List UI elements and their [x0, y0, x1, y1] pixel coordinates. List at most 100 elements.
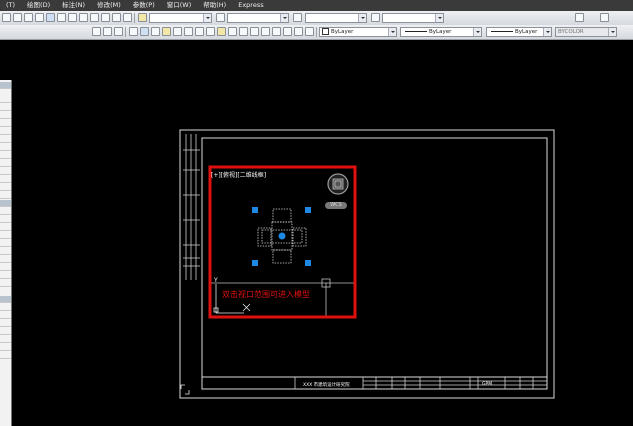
viewport-controls-label[interactable]: [+][俯视][二维线框]: [211, 170, 266, 179]
mleader-style-combo[interactable]: [382, 13, 444, 23]
palette-row[interactable]: [0, 176, 11, 183]
palette-row[interactable]: [0, 304, 11, 311]
dim-style-combo[interactable]: [227, 13, 289, 23]
workspace-icon[interactable]: [575, 13, 584, 22]
palette-row[interactable]: [0, 144, 11, 151]
palette-row[interactable]: [0, 240, 11, 247]
layer-freeze-icon[interactable]: [129, 27, 138, 36]
zoom-previous-icon[interactable]: [24, 13, 33, 22]
layer-delete-icon[interactable]: [250, 27, 259, 36]
text-style-combo[interactable]: [149, 13, 212, 23]
mleader-style-icon[interactable]: [371, 13, 380, 22]
viewcube-icon: [327, 173, 349, 195]
linetype-combo[interactable]: ByLayer: [400, 27, 482, 37]
layer-lock-icon[interactable]: [140, 27, 149, 36]
palette-row[interactable]: [0, 104, 11, 111]
match-properties-icon[interactable]: [112, 13, 121, 22]
layer-previous-icon[interactable]: [114, 27, 123, 36]
palette-section-header[interactable]: [0, 296, 11, 303]
palette-row[interactable]: [0, 264, 11, 271]
palette-row[interactable]: [0, 192, 11, 199]
linetype-value: ByLayer: [429, 29, 452, 35]
layer-isolate-icon[interactable]: [151, 27, 160, 36]
lightbulb-icon[interactable]: [162, 27, 171, 36]
block-editor-icon[interactable]: [123, 13, 132, 22]
layer-current-icon[interactable]: [305, 27, 314, 36]
help-icon[interactable]: [101, 13, 110, 22]
layer-match-icon[interactable]: [195, 27, 204, 36]
menu-window[interactable]: 窗口(W): [167, 0, 192, 11]
palette-row[interactable]: [0, 216, 11, 223]
chevron-down-icon: [280, 14, 288, 22]
layer-filter-icon[interactable]: [294, 27, 303, 36]
layer-unlock-icon[interactable]: [239, 27, 248, 36]
layer-walk-icon[interactable]: [184, 27, 193, 36]
drawing-canvas[interactable]: XXX 市建筑设计研究院 GPM Y: [12, 40, 633, 426]
palette-row[interactable]: [0, 160, 11, 167]
menu-tools[interactable]: (T): [6, 0, 15, 11]
palette-row[interactable]: [0, 312, 11, 319]
menu-help[interactable]: 帮助(H): [203, 0, 226, 11]
color-combo[interactable]: ByLayer: [319, 27, 397, 37]
palette-row[interactable]: [0, 344, 11, 351]
palette-row[interactable]: [0, 336, 11, 343]
layer-change-icon[interactable]: [261, 27, 270, 36]
palette-row[interactable]: [0, 320, 11, 327]
lineweight-value: ByLayer: [515, 29, 538, 35]
text-style-icon[interactable]: [138, 13, 147, 22]
palette-row[interactable]: [0, 184, 11, 191]
palette-row[interactable]: [0, 224, 11, 231]
ucs-y-label: Y: [213, 277, 218, 284]
table-style-icon[interactable]: [293, 13, 302, 22]
properties-palette[interactable]: [0, 80, 12, 426]
menu-parametric[interactable]: 参数(P): [133, 0, 155, 11]
layer-manager-icon[interactable]: [92, 27, 101, 36]
palette-row[interactable]: [0, 168, 11, 175]
palette-row[interactable]: [0, 328, 11, 335]
design-center-icon[interactable]: [46, 13, 55, 22]
chevron-down-icon: [358, 14, 366, 22]
layer-off-icon[interactable]: [173, 27, 182, 36]
sheet-set-icon[interactable]: [68, 13, 77, 22]
tool-palettes-icon[interactable]: [57, 13, 66, 22]
layer-merge-icon[interactable]: [206, 27, 215, 36]
zoom-realtime-icon[interactable]: [2, 13, 11, 22]
menu-draw[interactable]: 绘图(D): [27, 0, 50, 11]
palette-row[interactable]: [0, 96, 11, 103]
markup-icon[interactable]: [79, 13, 88, 22]
chevron-down-icon: [543, 28, 551, 36]
layer-thaw-icon[interactable]: [228, 27, 237, 36]
palette-row[interactable]: [0, 256, 11, 263]
palette-row[interactable]: [0, 152, 11, 159]
layer-translate-icon[interactable]: [283, 27, 292, 36]
palette-section-header[interactable]: [0, 200, 11, 207]
palette-row[interactable]: [0, 120, 11, 127]
cursor-icon: [180, 384, 190, 395]
layer-state-icon[interactable]: [103, 27, 112, 36]
zoom-window-icon[interactable]: [13, 13, 22, 22]
standard-toolbar: [0, 11, 633, 26]
palette-row[interactable]: [0, 208, 11, 215]
palette-row[interactable]: [0, 112, 11, 119]
properties-icon[interactable]: [35, 13, 44, 22]
palette-row[interactable]: [0, 248, 11, 255]
layer-copy-icon[interactable]: [272, 27, 281, 36]
palette-row[interactable]: [0, 232, 11, 239]
menu-modify[interactable]: 修改(M): [97, 0, 121, 11]
palette-row[interactable]: [0, 280, 11, 287]
menu-bar: (T) 绘图(D) 标注(N) 修改(M) 参数(P) 窗口(W) 帮助(H) …: [0, 0, 633, 11]
lineweight-combo[interactable]: ByLayer: [486, 27, 552, 37]
workspace-settings-icon[interactable]: [600, 13, 609, 22]
palette-row[interactable]: [0, 352, 11, 359]
menu-express[interactable]: Express: [238, 0, 263, 11]
quickcalc-icon[interactable]: [90, 13, 99, 22]
table-style-combo[interactable]: [305, 13, 367, 23]
menu-dimension[interactable]: 标注(N): [62, 0, 85, 11]
sun-icon[interactable]: [217, 27, 226, 36]
dim-style-icon[interactable]: [216, 13, 225, 22]
wcs-badge[interactable]: WCS: [325, 202, 347, 209]
chevron-down-icon: [473, 28, 481, 36]
palette-row[interactable]: [0, 272, 11, 279]
palette-row[interactable]: [0, 128, 11, 135]
palette-row[interactable]: [0, 136, 11, 143]
